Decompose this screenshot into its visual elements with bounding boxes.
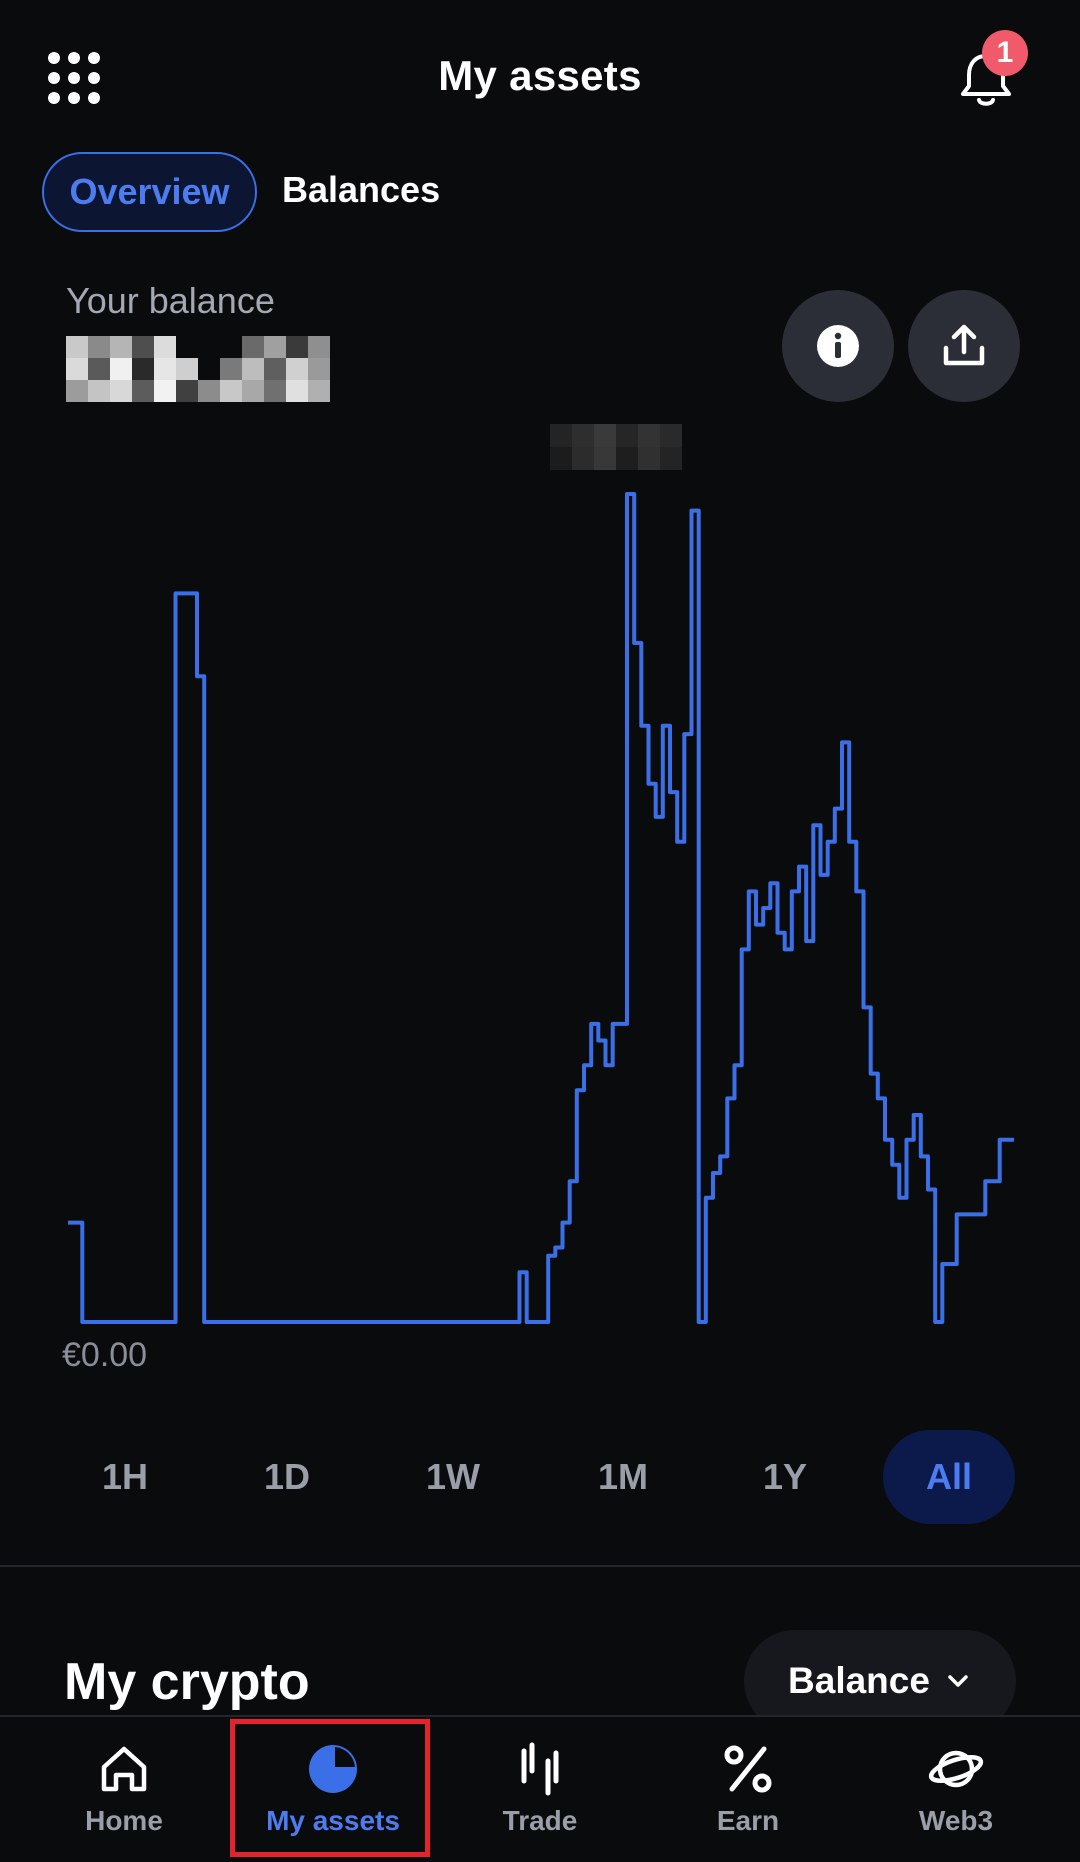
range-1m[interactable]: 1M: [568, 1430, 678, 1524]
range-1y[interactable]: 1Y: [730, 1430, 840, 1524]
range-1w[interactable]: 1W: [398, 1430, 508, 1524]
balance-chart[interactable]: [0, 470, 1080, 1350]
nav-earn[interactable]: Earn: [663, 1741, 833, 1837]
info-button[interactable]: [782, 290, 894, 402]
nav-trade-label: Trade: [502, 1805, 578, 1836]
nav-earn-label: Earn: [716, 1805, 780, 1836]
balance-series-line: [68, 492, 1014, 1324]
nav-web3-label: Web3: [918, 1805, 994, 1836]
percent-icon: [724, 1745, 772, 1793]
balance-label: Your balance: [66, 280, 275, 321]
nav-trade[interactable]: Trade: [455, 1741, 625, 1837]
section-title: My crypto: [64, 1653, 310, 1711]
highlight-box: [230, 1719, 430, 1857]
share-button[interactable]: [908, 290, 1020, 402]
chart-price-obscured: [550, 424, 682, 470]
chevron-down-icon: [948, 1675, 968, 1687]
nav-home-label: Home: [85, 1805, 163, 1836]
tab-overview[interactable]: Overview: [42, 152, 257, 232]
candlestick-icon: [521, 1742, 559, 1796]
chart-baseline-label: €0.00: [62, 1336, 148, 1374]
info-icon: [817, 325, 859, 367]
planet-icon: [928, 1750, 984, 1788]
page-title: My assets: [438, 52, 642, 99]
range-1d[interactable]: 1D: [232, 1430, 342, 1524]
header: My assets 1: [0, 0, 1080, 160]
nav-web3[interactable]: Web3: [871, 1741, 1041, 1837]
share-icon: [943, 324, 985, 366]
notification-badge: 1: [982, 30, 1028, 76]
divider: [0, 1565, 1080, 1567]
tab-balances[interactable]: Balances: [282, 152, 482, 232]
range-all[interactable]: All: [883, 1430, 1015, 1524]
sort-label: Balance: [788, 1660, 930, 1701]
bottom-nav: Home My assets Trade Earn Web3: [0, 1715, 1080, 1862]
range-1h[interactable]: 1H: [70, 1430, 180, 1524]
nav-home[interactable]: Home: [39, 1741, 209, 1837]
balance-value-obscured: [66, 336, 330, 404]
home-icon: [101, 1746, 147, 1792]
